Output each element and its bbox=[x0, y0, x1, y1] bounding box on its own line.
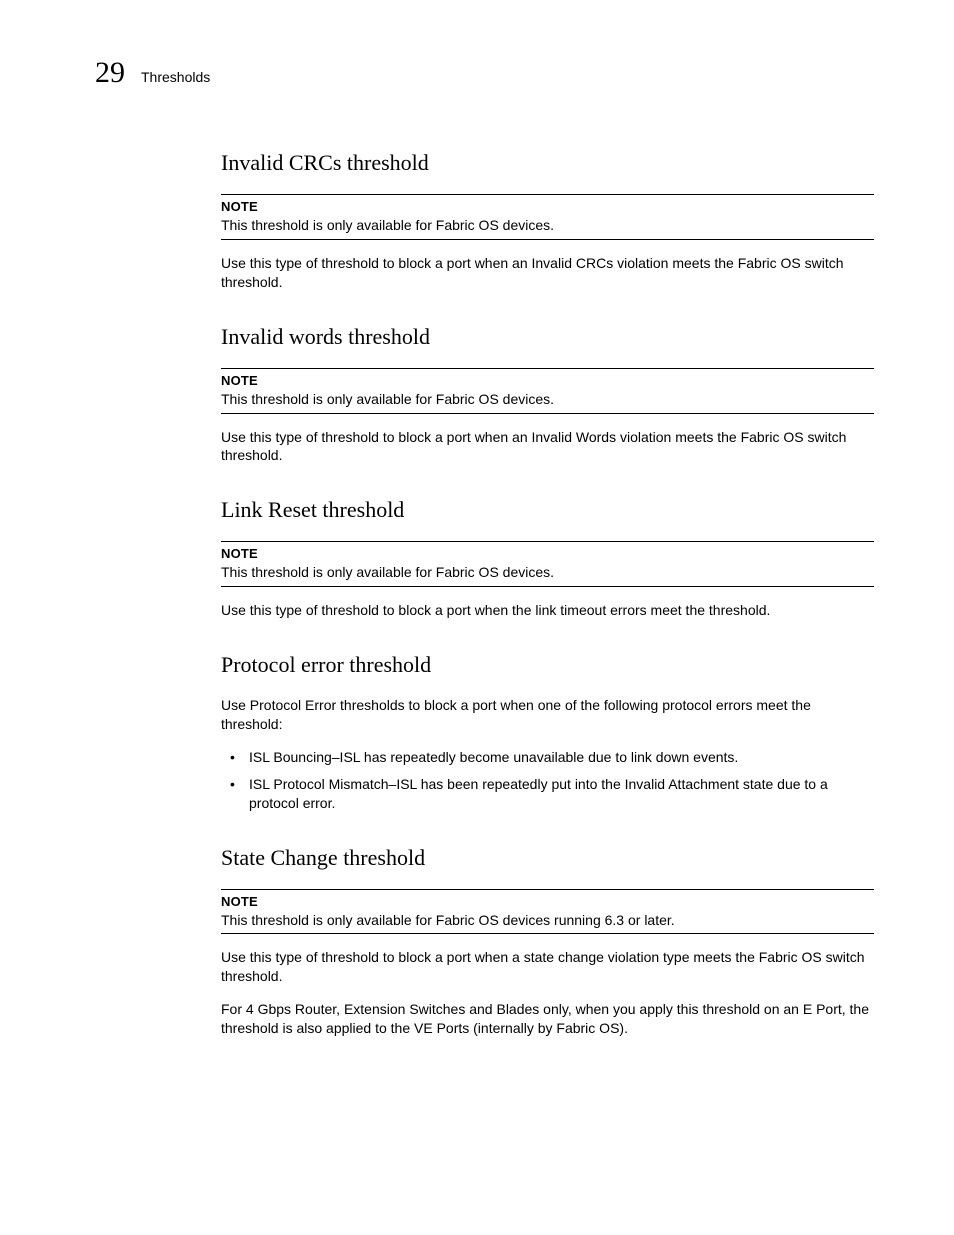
header-title: Thresholds bbox=[141, 69, 210, 85]
list-item: ISL Bouncing–ISL has repeatedly become u… bbox=[221, 748, 874, 767]
page-number: 29 bbox=[95, 58, 125, 88]
list-item: ISL Protocol Mismatch–ISL has been repea… bbox=[221, 775, 874, 813]
note-label: NOTE bbox=[221, 546, 874, 561]
note-box: NOTE This threshold is only available fo… bbox=[221, 889, 874, 935]
body-text: Use this type of threshold to block a po… bbox=[221, 948, 874, 986]
body-text: For 4 Gbps Router, Extension Switches an… bbox=[221, 1000, 874, 1038]
note-label: NOTE bbox=[221, 199, 874, 214]
section-protocol-error: Protocol error threshold Use Protocol Er… bbox=[221, 652, 874, 812]
section-heading: Protocol error threshold bbox=[221, 652, 874, 678]
note-label: NOTE bbox=[221, 373, 874, 388]
body-text: Use Protocol Error thresholds to block a… bbox=[221, 696, 874, 734]
section-invalid-words: Invalid words threshold NOTE This thresh… bbox=[221, 324, 874, 466]
bullet-list: ISL Bouncing–ISL has repeatedly become u… bbox=[221, 748, 874, 813]
body-text: Use this type of threshold to block a po… bbox=[221, 601, 874, 620]
note-box: NOTE This threshold is only available fo… bbox=[221, 368, 874, 414]
note-text: This threshold is only available for Fab… bbox=[221, 563, 874, 582]
content-area: Invalid CRCs threshold NOTE This thresho… bbox=[221, 150, 874, 1038]
note-text: This threshold is only available for Fab… bbox=[221, 216, 874, 235]
note-box: NOTE This threshold is only available fo… bbox=[221, 194, 874, 240]
note-text: This threshold is only available for Fab… bbox=[221, 911, 874, 930]
body-text: Use this type of threshold to block a po… bbox=[221, 428, 874, 466]
section-heading: Invalid CRCs threshold bbox=[221, 150, 874, 176]
body-text: Use this type of threshold to block a po… bbox=[221, 254, 874, 292]
section-heading: Invalid words threshold bbox=[221, 324, 874, 350]
page-header: 29 Thresholds bbox=[95, 58, 884, 88]
section-heading: Link Reset threshold bbox=[221, 497, 874, 523]
section-heading: State Change threshold bbox=[221, 845, 874, 871]
page: 29 Thresholds Invalid CRCs threshold NOT… bbox=[0, 0, 954, 1038]
note-label: NOTE bbox=[221, 894, 874, 909]
note-text: This threshold is only available for Fab… bbox=[221, 390, 874, 409]
section-invalid-crcs: Invalid CRCs threshold NOTE This thresho… bbox=[221, 150, 874, 292]
section-link-reset: Link Reset threshold NOTE This threshold… bbox=[221, 497, 874, 620]
note-box: NOTE This threshold is only available fo… bbox=[221, 541, 874, 587]
section-state-change: State Change threshold NOTE This thresho… bbox=[221, 845, 874, 1038]
